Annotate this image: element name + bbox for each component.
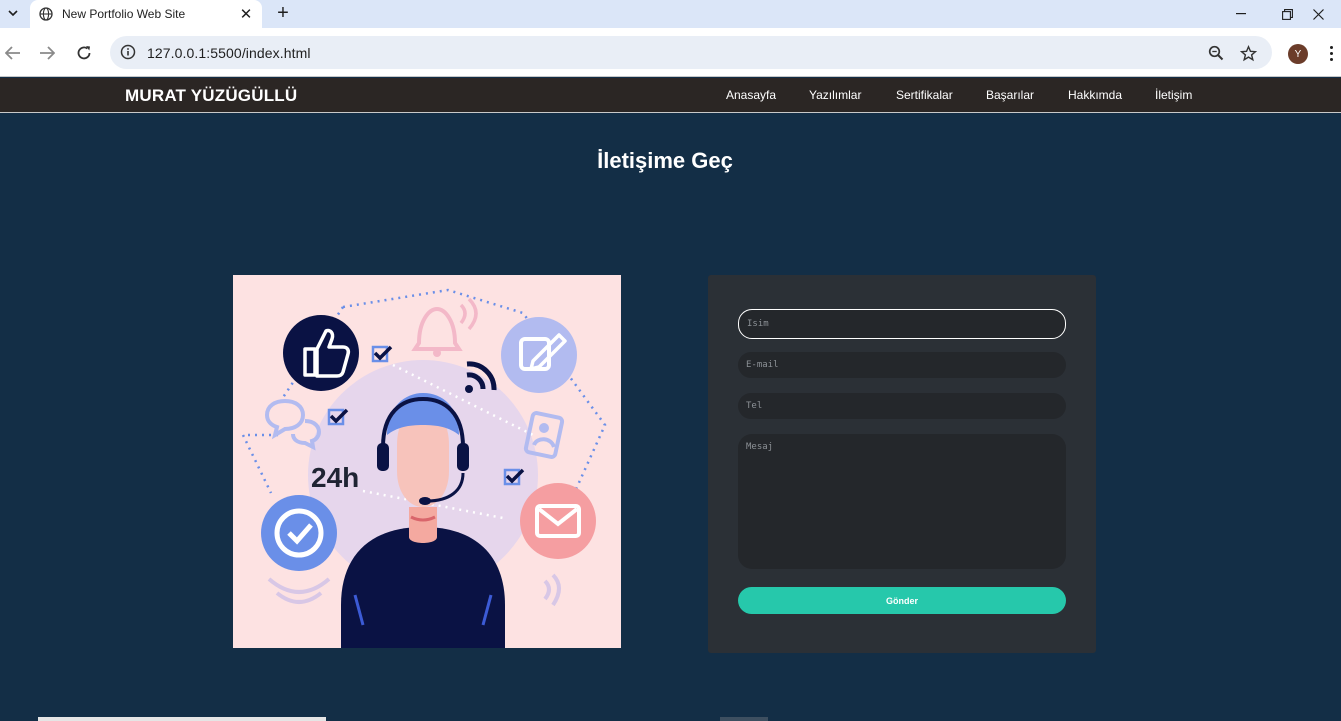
browser-toolbar: 127.0.0.1:5500/index.html Y	[0, 28, 1341, 77]
horizontal-scrollbar-thumb[interactable]	[38, 717, 326, 721]
browser-tab[interactable]: New Portfolio Web Site ✕	[30, 0, 262, 28]
new-tab-button[interactable]: +	[272, 2, 294, 24]
nav-link-anasayfa[interactable]: Anasayfa	[726, 88, 776, 102]
window-close-button[interactable]	[1295, 0, 1341, 28]
site-info-icon[interactable]	[120, 44, 136, 60]
message-textarea[interactable]	[738, 434, 1066, 569]
zoom-icon[interactable]	[1206, 43, 1226, 63]
section-title: İletişime Geç	[597, 148, 733, 173]
forward-arrow-icon[interactable]	[34, 40, 60, 66]
submit-button[interactable]: Gönder	[738, 587, 1066, 614]
edit-icon	[501, 317, 577, 393]
browser-tab-strip: New Portfolio Web Site ✕ +	[0, 0, 1341, 28]
tab-close-icon[interactable]: ✕	[236, 4, 256, 24]
nav-link-hakkimda[interactable]: Hakkımda	[1068, 88, 1122, 102]
thumbs-up-icon	[283, 315, 359, 391]
tab-title: New Portfolio Web Site	[62, 7, 186, 21]
phone-input[interactable]	[738, 393, 1066, 419]
browser-menu-icon[interactable]	[1324, 42, 1338, 64]
chat-bubbles-icon	[264, 398, 322, 451]
label-24h: 24h	[311, 462, 359, 493]
nav-link-sertifikalar[interactable]: Sertifikalar	[896, 88, 953, 102]
minimize-button[interactable]	[1218, 0, 1264, 28]
horizontal-scrollbar-segment	[720, 717, 768, 721]
contact-form: Gönder	[708, 275, 1096, 653]
url-text[interactable]: 127.0.0.1:5500/index.html	[147, 45, 311, 61]
mail-icon	[520, 483, 596, 607]
name-input[interactable]	[738, 309, 1066, 339]
back-arrow-icon[interactable]	[0, 40, 26, 66]
address-bar[interactable]: 127.0.0.1:5500/index.html	[110, 36, 1272, 69]
tab-search-chevron-icon[interactable]	[2, 2, 24, 24]
support-illustration: 24h	[233, 275, 621, 648]
email-input[interactable]	[738, 352, 1066, 378]
nav-link-yazilimlar[interactable]: Yazılımlar	[809, 88, 861, 102]
check-circle-icon	[261, 495, 337, 604]
globe-icon	[38, 6, 54, 22]
bookmark-star-icon[interactable]	[1238, 43, 1258, 63]
site-brand[interactable]: MURAT YÜZÜGÜLLÜ	[125, 86, 297, 106]
nav-link-iletisim[interactable]: İletişim	[1155, 88, 1192, 102]
profile-avatar[interactable]: Y	[1288, 44, 1308, 64]
nav-link-basarilar[interactable]: Başarılar	[986, 88, 1034, 102]
bell-icon	[411, 297, 478, 357]
site-header: MURAT YÜZÜGÜLLÜ Anasayfa Yazılımlar Sert…	[0, 78, 1341, 113]
reload-icon[interactable]	[71, 40, 97, 66]
